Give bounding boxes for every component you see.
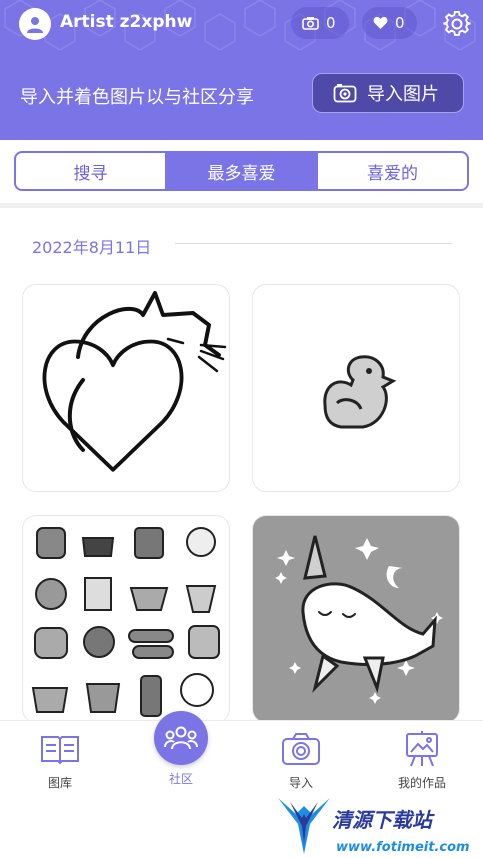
feed-date: 2022年8月11日	[32, 238, 152, 257]
uploads-count: 0	[326, 14, 336, 32]
section-divider	[0, 203, 483, 208]
camera-icon	[333, 84, 357, 103]
kawaii-food-artwork	[31, 527, 220, 717]
avatar[interactable]	[19, 8, 51, 40]
artwork-card[interactable]	[22, 284, 230, 492]
duck-artwork	[323, 355, 397, 429]
gear-icon	[443, 10, 471, 36]
heart-icon	[373, 17, 388, 29]
artwork-card[interactable]	[22, 515, 230, 723]
watermark-url: www.fotimeit.com	[336, 840, 470, 855]
nav-gallery[interactable]: 图库	[15, 721, 105, 791]
nav-import[interactable]: 导入	[256, 721, 346, 791]
likes-counter[interactable]: 0	[362, 7, 417, 39]
watermark-logo-icon	[278, 798, 330, 854]
user-icon	[27, 17, 43, 33]
nav-community-label: 社区	[168, 772, 193, 786]
site-watermark: 清源下载站 www.fotimeit.com	[276, 796, 476, 858]
uploads-counter[interactable]: 0	[291, 7, 349, 39]
import-image-button[interactable]: 导入图片	[312, 73, 464, 113]
tab-favorites[interactable]: 喜爱的	[316, 153, 467, 189]
artwork-card[interactable]	[252, 284, 460, 492]
tab-most-liked[interactable]: 最多喜爱	[165, 153, 316, 189]
nav-gallery-label: 图库	[47, 776, 72, 790]
camera-icon	[282, 733, 320, 765]
likes-count: 0	[395, 14, 405, 32]
nav-import-label: 导入	[288, 776, 313, 790]
artwork-card[interactable]	[252, 515, 460, 723]
community-tabs: 搜寻 最多喜爱 喜爱的	[14, 151, 469, 191]
camera-icon	[302, 17, 319, 30]
nav-community[interactable]: 社区	[136, 711, 226, 787]
narwhal-artwork	[275, 535, 443, 704]
cat-heart-artwork	[42, 291, 227, 472]
date-divider	[175, 243, 452, 244]
app-header: Artist z2xphw 0 0 导入并着色图片以与社区分享 导入图片	[0, 0, 483, 140]
easel-icon	[406, 731, 438, 767]
tab-search[interactable]: 搜寻	[16, 153, 165, 189]
nav-my-works[interactable]: 我的作品	[377, 721, 467, 791]
settings-button[interactable]	[441, 8, 473, 40]
community-icon	[164, 726, 198, 750]
header-tagline: 导入并着色图片以与社区分享	[20, 87, 254, 108]
watermark-title: 清源下载站	[332, 808, 432, 832]
username[interactable]: Artist z2xphw	[60, 12, 192, 32]
book-icon	[41, 736, 79, 765]
nav-my-works-label: 我的作品	[397, 776, 446, 790]
import-image-label: 导入图片	[367, 84, 439, 105]
